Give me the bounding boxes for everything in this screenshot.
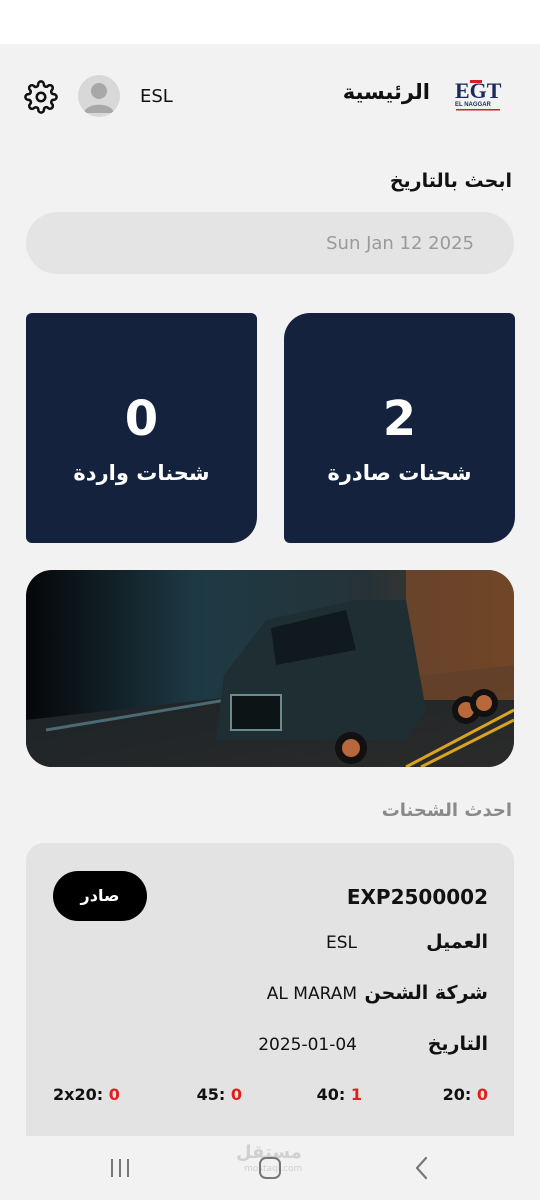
truck-banner-image [26,570,514,767]
shipment-id: EXP2500002 [346,885,488,909]
page-title: الرئيسية [342,80,430,104]
app-header: EGT EL NAGGAR الرئيسية ESL [0,64,540,128]
search-by-date-label: ابحث بالتاريخ [389,170,512,192]
incoming-count: 0 [124,391,159,447]
latest-shipments-heading: احدث الشحنات [381,800,512,821]
container-45: 45: 0 [197,1085,242,1104]
date-label: التاريخ [427,1033,488,1055]
carrier-label: شركة الشحن [364,982,488,1004]
container-45-count: 0 [230,1085,242,1104]
container-20: 20: 0 [443,1085,488,1104]
status-bar [0,0,540,44]
home-icon[interactable] [259,1157,281,1179]
shipment-type-badge: صادر [53,871,147,921]
incoming-label: شحنات واردة [73,461,210,485]
username-label: ESL [140,86,173,107]
recent-apps-icon[interactable] [108,1158,132,1178]
back-chevron-icon[interactable] [412,1156,432,1180]
container-20-count: 0 [476,1085,488,1104]
date-field-value: Sun Jan 12 2025 [326,233,474,254]
container-2x20: 2x20: 0 [53,1085,120,1104]
outgoing-shipments-card[interactable]: 2 شحنات صادرة [284,313,515,543]
shipment-card[interactable]: EXP2500002 صادر العميل ESL شركة الشحن AL… [26,843,514,1163]
client-label: العميل [426,931,488,953]
settings-gear-icon[interactable] [24,80,58,114]
container-2x20-label: 2x20: [53,1085,104,1104]
container-40-label: 40: [316,1085,346,1104]
company-logo: EGT EL NAGGAR [454,76,504,116]
outgoing-count: 2 [382,391,417,447]
date-value: 2025-01-04 [258,1035,357,1055]
container-20-label: 20: [442,1085,472,1104]
outgoing-label: شحنات صادرة [327,461,472,485]
carrier-value: AL MARAM [266,984,357,1004]
incoming-shipments-card[interactable]: 0 شحنات واردة [26,313,257,543]
container-40-count: 1 [350,1085,362,1104]
logo-subtext: EL NAGGAR [455,102,492,108]
container-45-label: 45: [196,1085,226,1104]
date-search-field[interactable]: Sun Jan 12 2025 [26,212,514,274]
system-nav-bar: مستقل mostaql.com [0,1136,540,1200]
container-40: 40: 1 [317,1085,362,1104]
container-2x20-count: 0 [108,1085,120,1104]
client-value: ESL [325,933,357,953]
user-avatar-icon[interactable] [78,75,120,117]
